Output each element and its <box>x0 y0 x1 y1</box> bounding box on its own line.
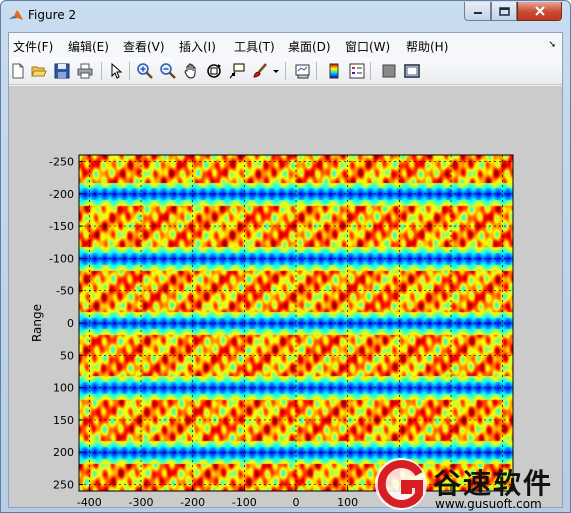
maximize-button[interactable] <box>491 2 517 21</box>
minimize-button[interactable] <box>464 2 491 21</box>
y-tick-label: -150 <box>49 220 74 233</box>
title-bar[interactable]: Figure 2 <box>1 1 570 31</box>
open-file-icon <box>31 66 47 77</box>
zoom-in-icon <box>137 63 153 79</box>
y-tick-label: 150 <box>53 414 74 427</box>
y-tick-label: 100 <box>53 382 74 395</box>
figure-canvas: -400 -300 -200 -100 0 100 -250 -200 -150 -100 -50 0… <box>9 86 562 512</box>
y-tick-label: -100 <box>49 252 74 265</box>
colorbar-icon <box>329 63 339 79</box>
rotate-3d-button[interactable] <box>205 62 223 80</box>
menu-file[interactable]: 文件(F) <box>13 38 53 55</box>
toolbar-separator <box>101 62 102 80</box>
menu-view[interactable]: 查看(V) <box>123 38 165 55</box>
show-plot-tools-icon <box>404 64 420 78</box>
y-tick-label: 250 <box>53 479 74 492</box>
pan-hand-icon <box>184 63 196 79</box>
print-button[interactable] <box>76 62 94 80</box>
save-button[interactable] <box>53 62 71 80</box>
close-button[interactable] <box>517 2 562 21</box>
x-tick-label: -300 <box>129 496 154 507</box>
open-file-button[interactable] <box>30 62 48 80</box>
x-tick-label: 0 <box>293 496 300 507</box>
new-figure-icon <box>12 63 24 79</box>
y-tick-label: 200 <box>53 446 74 459</box>
legend-icon <box>349 63 365 79</box>
window-title: Figure 2 <box>28 8 77 22</box>
dropdown-arrow-icon <box>273 70 279 73</box>
dock-arrow-icon[interactable]: ➘ <box>548 40 556 50</box>
figure-toolbar <box>9 57 562 85</box>
toolbar-separator <box>285 62 286 80</box>
toolbar-separator <box>129 62 130 80</box>
menu-desktop[interactable]: 桌面(D) <box>288 38 331 55</box>
y-tick-label: -250 <box>49 155 74 168</box>
window-client: 文件(F) 编辑(E) 查看(V) 插入(I) 工具(T) 桌面(D) 窗口(W… <box>8 32 563 512</box>
data-cursor-icon <box>229 63 245 79</box>
x-tick-label: -100 <box>232 496 257 507</box>
close-icon <box>534 6 545 16</box>
save-icon <box>54 63 70 79</box>
hide-plot-tools-button[interactable] <box>380 62 398 80</box>
y-tick-label: 0 <box>67 317 74 330</box>
brush-dropdown-button[interactable] <box>271 62 281 80</box>
x-tick-label: -400 <box>77 496 102 507</box>
pan-button[interactable] <box>182 62 200 80</box>
y-axis-label: Range <box>30 304 44 342</box>
range-azimuth-plot[interactable]: -400 -300 -200 -100 0 100 -250 -200 -150 -100 -50 0… <box>9 86 562 512</box>
data-cursor-button[interactable] <box>228 62 246 80</box>
hide-plot-tools-icon <box>382 64 396 78</box>
x-tick-label: -200 <box>180 496 205 507</box>
rotate-3d-icon <box>207 64 221 78</box>
zoom-out-icon <box>160 63 176 79</box>
print-icon <box>77 63 93 79</box>
brush-button[interactable] <box>251 62 269 80</box>
new-figure-button[interactable] <box>9 62 27 80</box>
link-plot-icon <box>295 64 310 79</box>
edit-plot-button[interactable] <box>107 62 125 80</box>
y-tick-label: 50 <box>60 349 74 362</box>
x-tick-label: 100 <box>337 496 358 507</box>
menu-help[interactable]: 帮助(H) <box>406 38 448 55</box>
menu-tools[interactable]: 工具(T) <box>234 38 275 55</box>
minimize-icon <box>473 12 482 14</box>
link-plot-button[interactable] <box>294 62 312 80</box>
zoom-out-button[interactable] <box>159 62 177 80</box>
menu-window[interactable]: 窗口(W) <box>345 38 390 55</box>
toolbar-separator <box>370 62 371 80</box>
menu-bar: 文件(F) 编辑(E) 查看(V) 插入(I) 工具(T) 桌面(D) 窗口(W… <box>9 33 562 57</box>
figure-window: Figure 2 文件(F) 编辑(E) 查看(V) 插入(I) 工具(T) 桌… <box>0 0 571 513</box>
toolbar-separator <box>316 62 317 80</box>
menu-edit[interactable]: 编辑(E) <box>68 38 109 55</box>
colorbar-button[interactable] <box>325 62 343 80</box>
brush-icon <box>253 63 267 78</box>
zoom-in-button[interactable] <box>136 62 154 80</box>
y-tick-label: -50 <box>56 285 74 298</box>
maximize-icon <box>498 6 510 16</box>
menu-insert[interactable]: 插入(I) <box>179 38 216 55</box>
edit-plot-arrow-icon <box>111 63 123 79</box>
matlab-icon <box>9 10 23 20</box>
show-plot-tools-button[interactable] <box>403 62 421 80</box>
legend-button[interactable] <box>348 62 366 80</box>
y-tick-label: -200 <box>49 188 74 201</box>
